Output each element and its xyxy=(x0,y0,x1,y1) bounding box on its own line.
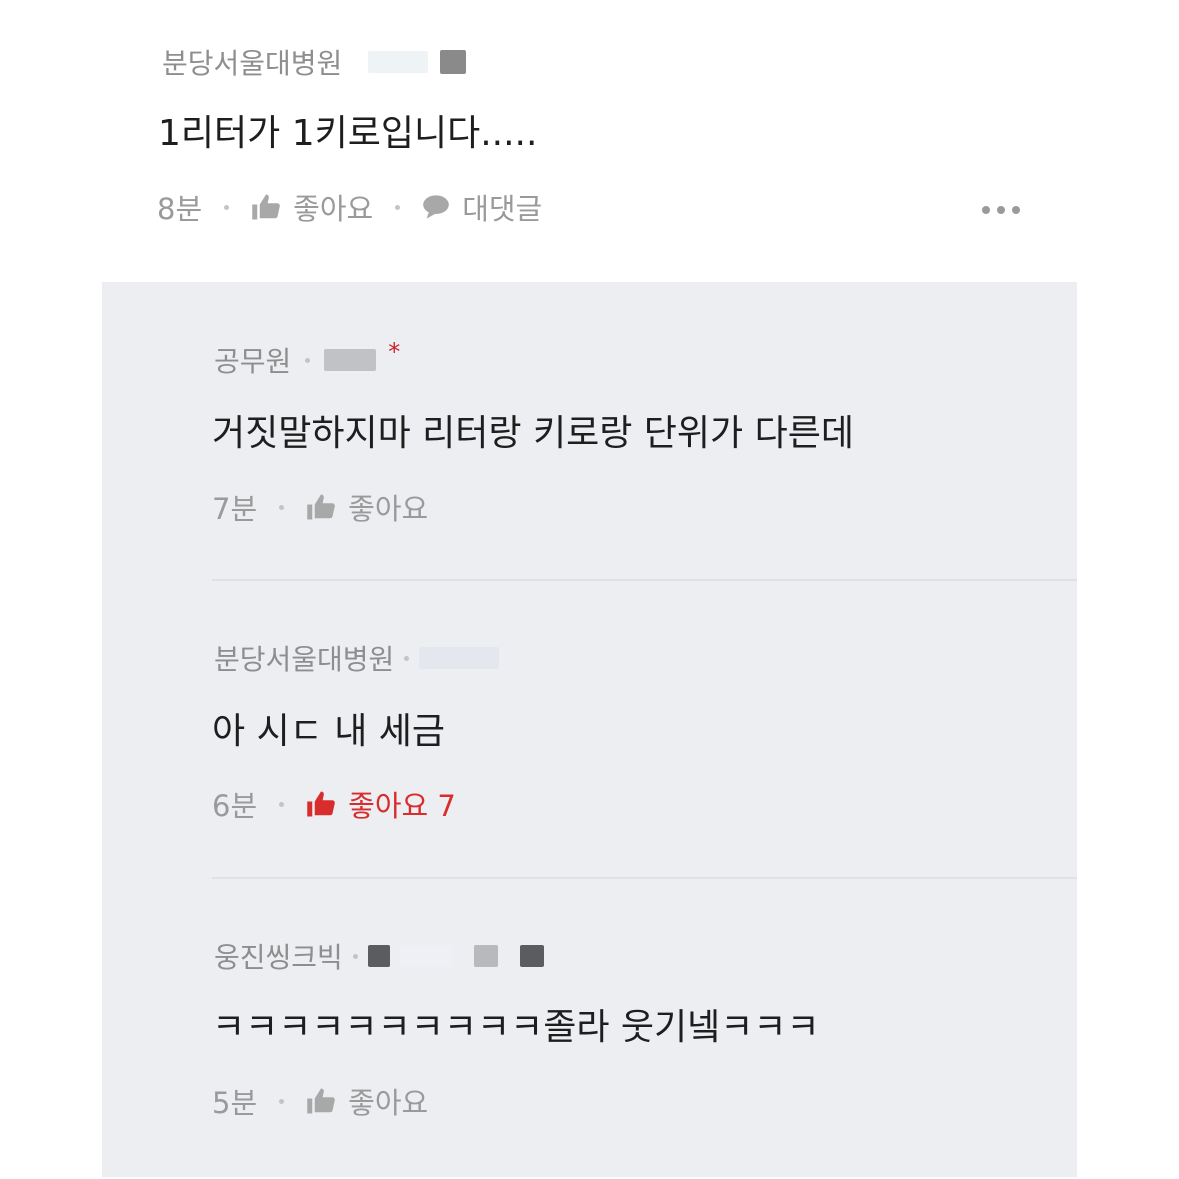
masked-user-info xyxy=(419,647,500,669)
reply-text: 아 시ㄷ 내 세금 xyxy=(212,711,446,752)
masked-badge xyxy=(519,945,544,967)
reply-author[interactable]: 공무원 xyxy=(214,340,291,380)
reply-button[interactable]: 대댓글 xyxy=(422,186,542,228)
masked-badge xyxy=(440,50,467,74)
like-label: 좋아요 xyxy=(348,492,429,526)
thumbs-up-icon xyxy=(306,493,336,521)
like-button[interactable]: 좋아요 xyxy=(251,186,373,228)
reply-text: ㅋㅋㅋㅋㅋㅋㅋㅋㅋㅋ졸라 웃기넼ㅋㅋㅋ xyxy=(212,1007,820,1048)
divider xyxy=(212,877,1077,879)
separator-dot xyxy=(279,504,285,510)
like-button[interactable]: 좋아요 xyxy=(306,486,428,528)
reply-author-row: 공무원 * xyxy=(214,338,401,380)
reply-author-row: 분당서울대병원 xyxy=(214,638,500,678)
thumbs-up-icon xyxy=(306,790,336,818)
more-dots-icon xyxy=(997,206,1005,214)
divider xyxy=(212,579,1077,581)
separator-dot xyxy=(352,953,358,959)
reply-label: 대댓글 xyxy=(462,192,543,226)
more-dots-icon xyxy=(982,206,990,214)
comment-text: 1리터가 1키로입니다..... xyxy=(158,113,538,154)
reply-meta: 7분 좋아요 xyxy=(212,486,428,528)
like-label: 좋아요 xyxy=(293,192,374,226)
separator-dot xyxy=(305,357,311,363)
masked-user-info xyxy=(324,349,377,371)
comment-meta: 8분 좋아요 대댓글 xyxy=(157,186,542,228)
star-mark: * xyxy=(388,338,401,366)
speech-bubble-icon xyxy=(422,194,450,220)
masked-user-info xyxy=(367,945,390,967)
more-dots-icon xyxy=(1012,206,1020,214)
more-options-button[interactable] xyxy=(982,206,1020,214)
masked-user-info xyxy=(473,945,498,967)
reply-meta: 6분 좋아요 7 xyxy=(212,783,456,825)
main-comment: 분당서울대병원 1리터가 1키로입니다..... 8분 좋아요 대댓글 xyxy=(0,0,1179,282)
separator-dot xyxy=(224,204,230,210)
reply-time: 5분 xyxy=(212,1086,258,1120)
reply-author[interactable]: 분당서울대병원 xyxy=(214,638,394,678)
separator-dot xyxy=(395,204,401,210)
reply-time: 7분 xyxy=(212,492,258,526)
separator-dot xyxy=(404,655,410,661)
masked-user-info xyxy=(368,51,429,73)
like-button[interactable]: 좋아요 xyxy=(306,1080,428,1122)
like-button-active[interactable]: 좋아요 7 xyxy=(306,783,456,825)
thumbs-up-icon xyxy=(306,1087,336,1115)
reply-text: 거짓말하지마 리터랑 키로랑 단위가 다른데 xyxy=(212,413,854,454)
comment-time: 8분 xyxy=(157,192,203,226)
separator-dot xyxy=(279,801,285,807)
thumbs-up-icon xyxy=(251,193,281,221)
like-label: 좋아요 xyxy=(348,1086,429,1120)
reply-time: 6분 xyxy=(212,789,258,823)
replies-section: 공무원 * 거짓말하지마 리터랑 키로랑 단위가 다른데 7분 좋아요 분당서울… xyxy=(102,282,1077,1177)
comment-author[interactable]: 분당서울대병원 xyxy=(162,42,342,82)
separator-dot xyxy=(279,1098,285,1104)
reply-author[interactable]: 웅진씽크빅 xyxy=(214,936,343,976)
reply-meta: 5분 좋아요 xyxy=(212,1080,428,1122)
comment-author-row: 분당서울대병원 xyxy=(162,42,467,82)
reply-author-row: 웅진씽크빅 xyxy=(214,936,544,976)
masked-user-info xyxy=(399,945,452,967)
like-label: 좋아요 7 xyxy=(348,789,456,823)
